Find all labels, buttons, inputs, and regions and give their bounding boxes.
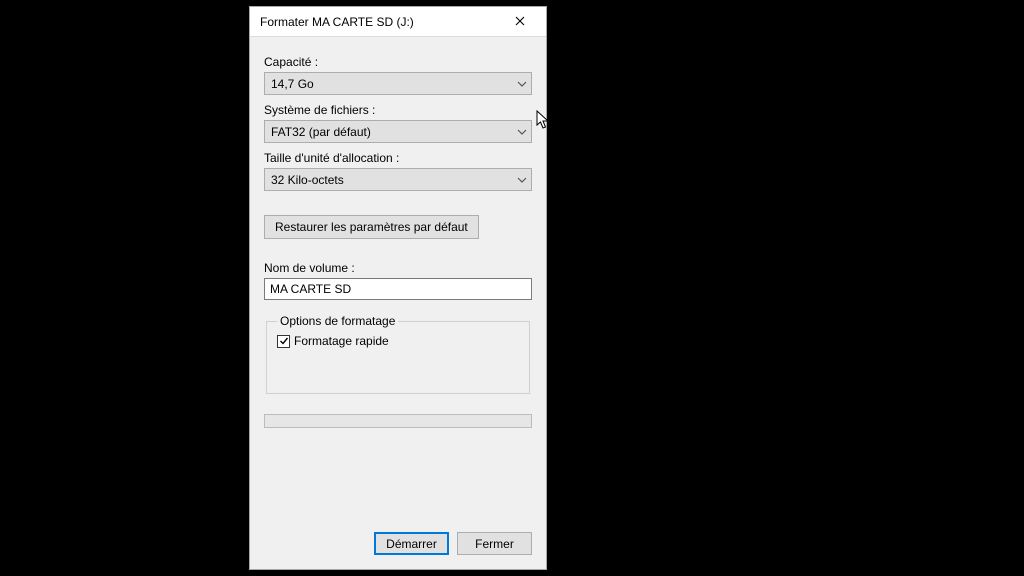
chevron-down-icon bbox=[517, 129, 527, 135]
quick-format-label: Formatage rapide bbox=[294, 334, 389, 348]
close-button[interactable] bbox=[500, 8, 540, 36]
close-dialog-button[interactable]: Fermer bbox=[457, 532, 532, 555]
format-options-legend: Options de formatage bbox=[277, 314, 398, 328]
quick-format-checkbox-row[interactable]: Formatage rapide bbox=[277, 334, 519, 348]
chevron-down-icon bbox=[517, 81, 527, 87]
close-dialog-label: Fermer bbox=[475, 537, 514, 551]
allocation-label: Taille d'unité d'allocation : bbox=[264, 151, 532, 165]
format-options-group: Options de formatage Formatage rapide bbox=[266, 314, 530, 394]
quick-format-checkbox[interactable] bbox=[277, 335, 290, 348]
titlebar: Formater MA CARTE SD (J:) bbox=[250, 7, 546, 37]
progress-bar bbox=[264, 414, 532, 428]
volume-name-input[interactable] bbox=[264, 278, 532, 300]
filesystem-value: FAT32 (par défaut) bbox=[271, 125, 371, 139]
allocation-value: 32 Kilo-octets bbox=[271, 173, 344, 187]
capacity-dropdown[interactable]: 14,7 Go bbox=[264, 72, 532, 95]
capacity-value: 14,7 Go bbox=[271, 77, 314, 91]
capacity-label: Capacité : bbox=[264, 55, 532, 69]
dialog-title: Formater MA CARTE SD (J:) bbox=[260, 15, 500, 29]
restore-defaults-label: Restaurer les paramètres par défaut bbox=[275, 220, 468, 234]
filesystem-label: Système de fichiers : bbox=[264, 103, 532, 117]
chevron-down-icon bbox=[517, 177, 527, 183]
filesystem-dropdown[interactable]: FAT32 (par défaut) bbox=[264, 120, 532, 143]
allocation-dropdown[interactable]: 32 Kilo-octets bbox=[264, 168, 532, 191]
check-icon bbox=[279, 336, 289, 346]
button-bar: Démarrer Fermer bbox=[250, 522, 546, 569]
close-icon bbox=[515, 15, 525, 29]
dialog-content: Capacité : 14,7 Go Système de fichiers :… bbox=[250, 37, 546, 522]
restore-defaults-button[interactable]: Restaurer les paramètres par défaut bbox=[264, 215, 479, 239]
volume-label: Nom de volume : bbox=[264, 261, 532, 275]
format-dialog: Formater MA CARTE SD (J:) Capacité : 14,… bbox=[249, 6, 547, 570]
start-button-label: Démarrer bbox=[386, 537, 437, 551]
start-button[interactable]: Démarrer bbox=[374, 532, 449, 555]
